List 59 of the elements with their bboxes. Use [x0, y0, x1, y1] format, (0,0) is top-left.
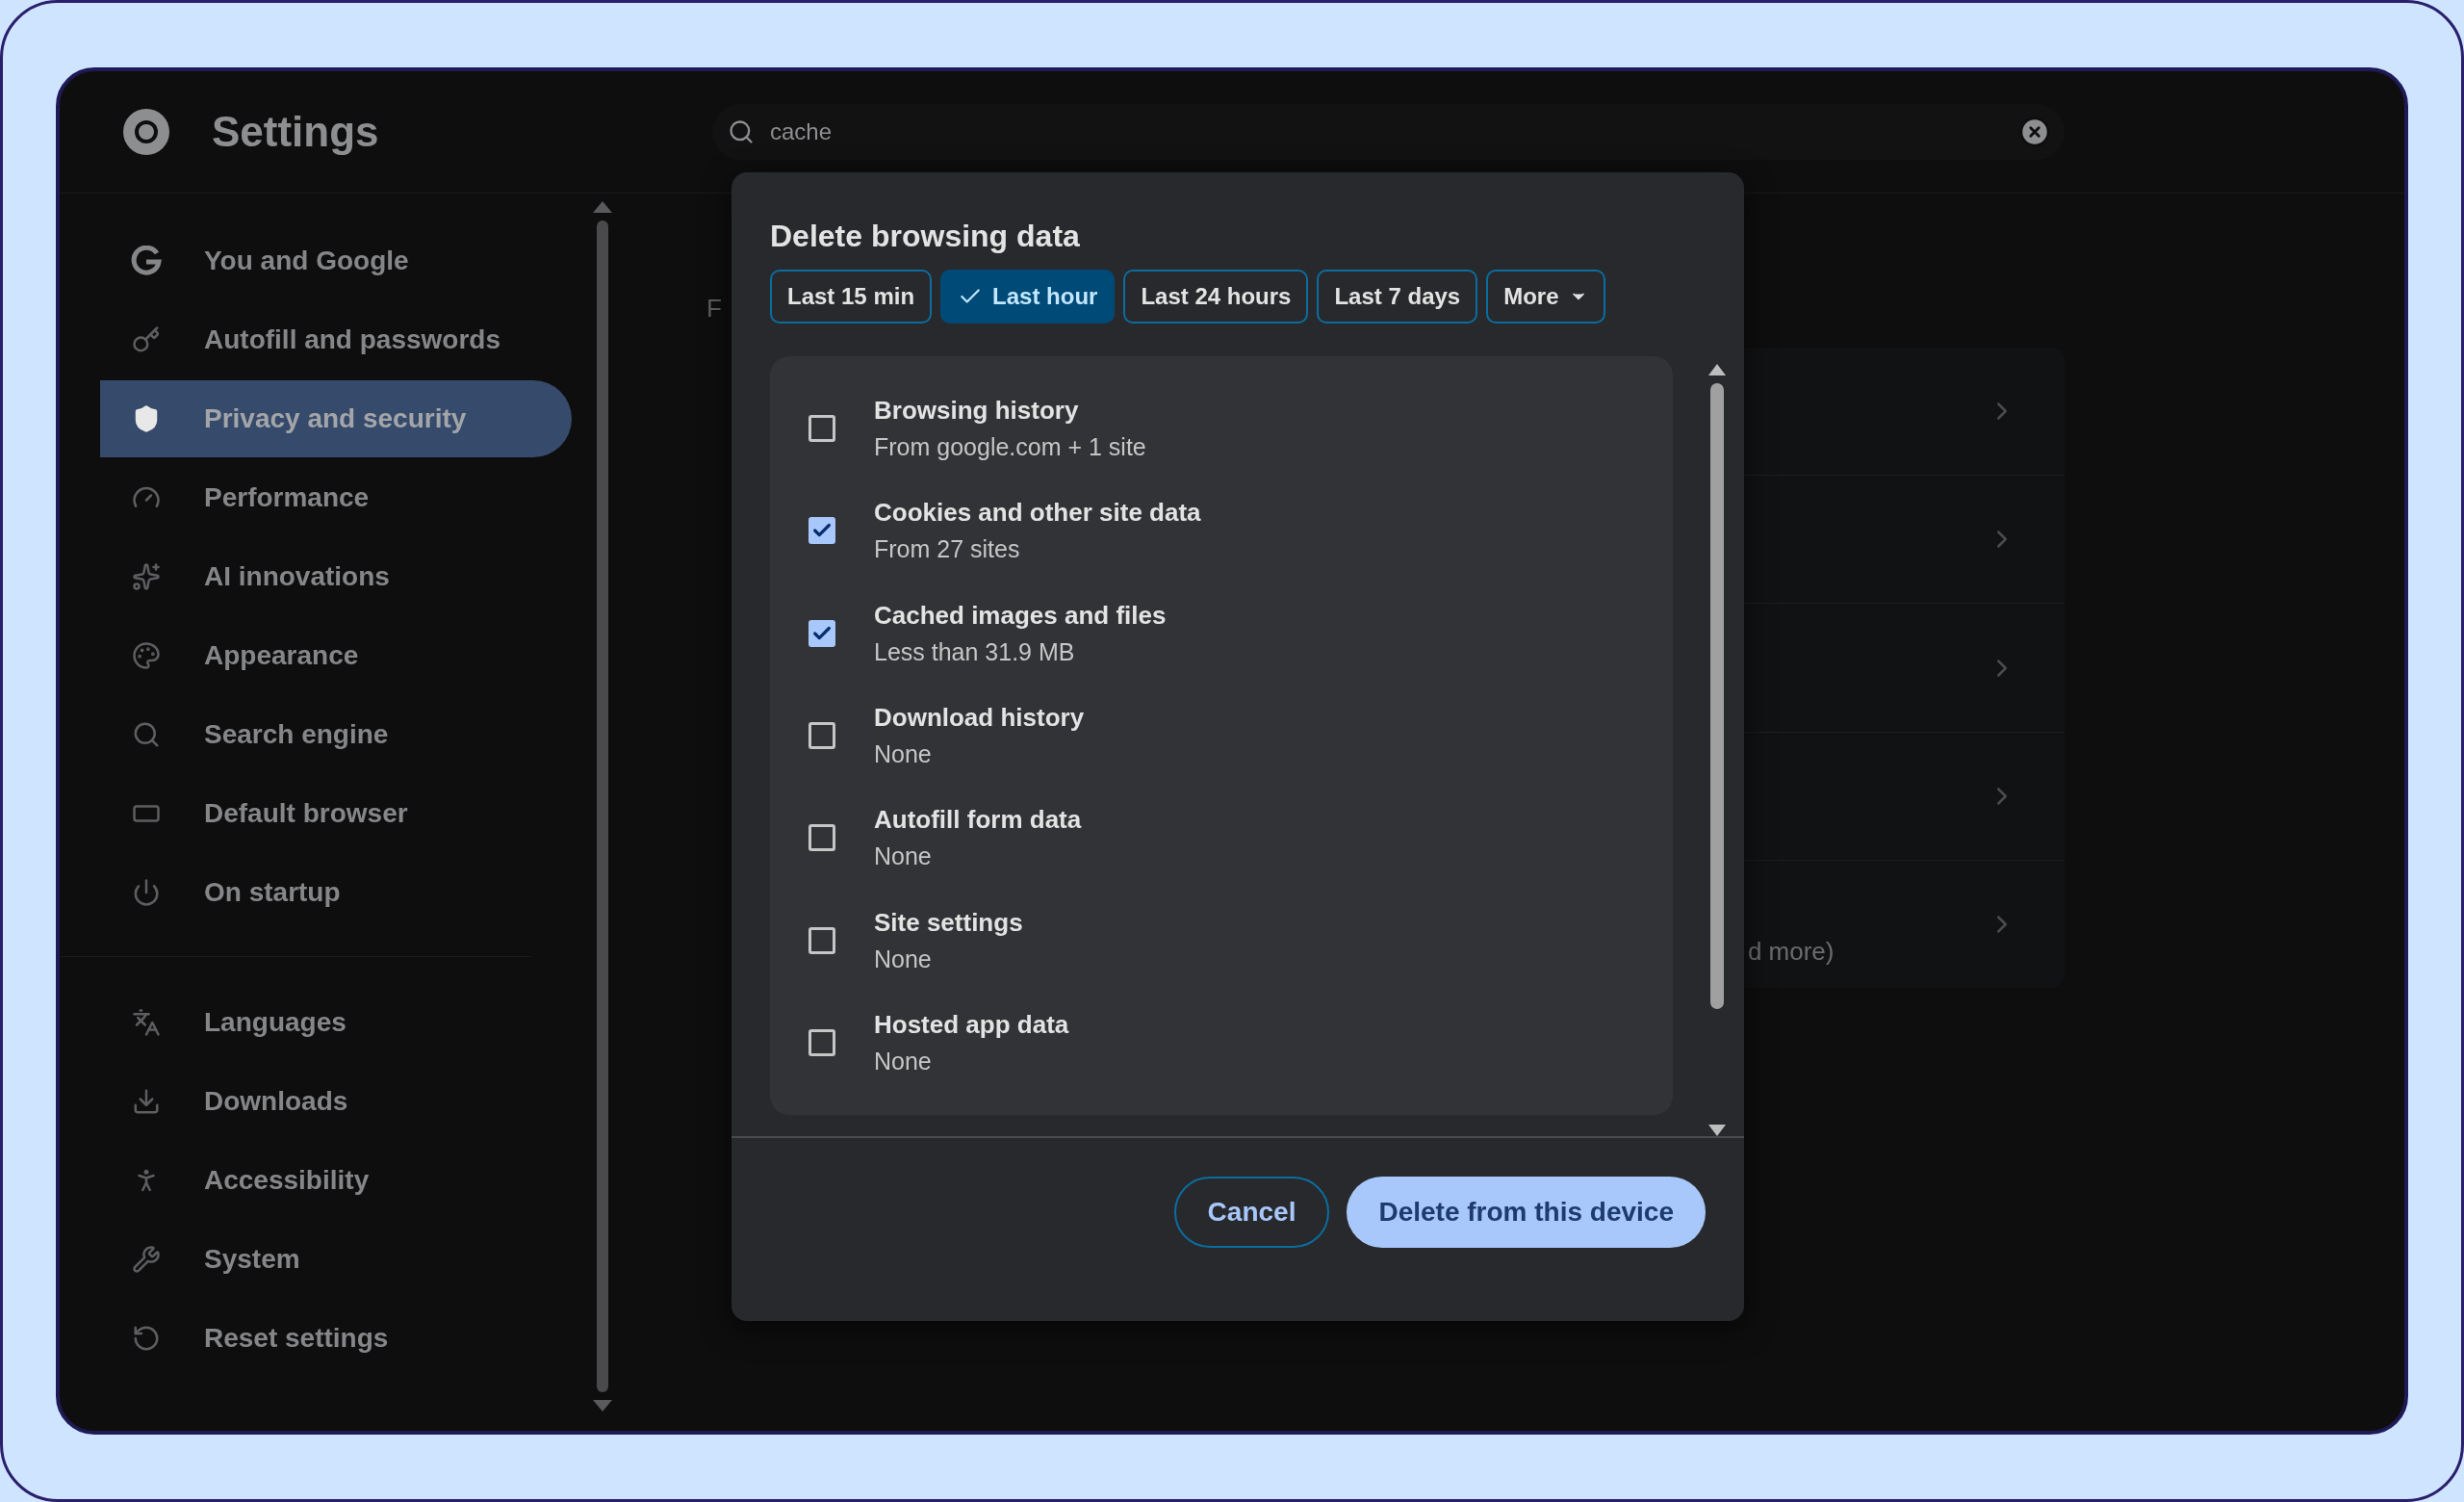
cancel-button[interactable]: Cancel: [1173, 1177, 1330, 1248]
checkbox[interactable]: [808, 1028, 835, 1056]
option-label: Cookies and other site data: [874, 498, 1201, 529]
delete-button[interactable]: Delete from this device: [1347, 1177, 1706, 1248]
search-icon: [132, 720, 161, 749]
sidebar-item[interactable]: Downloads: [100, 1063, 572, 1140]
option-detail: None: [874, 945, 933, 973]
checkbox[interactable]: [808, 926, 835, 954]
checkbox[interactable]: [808, 824, 835, 852]
sidebar-item[interactable]: On startup: [100, 854, 572, 931]
wrench-icon: [132, 1245, 161, 1274]
sparkles-icon: [132, 562, 161, 591]
section-heading: F: [706, 294, 722, 324]
time-range-chip[interactable]: Last 24 hours: [1123, 270, 1309, 324]
sidebar-item[interactable]: Search engine: [100, 696, 572, 773]
option-detail: None: [874, 842, 933, 871]
option-label: Autofill form data: [874, 805, 1082, 836]
checkbox[interactable]: [808, 722, 835, 749]
option-detail: None: [874, 740, 933, 768]
search-field[interactable]: cache: [712, 104, 2065, 160]
checkbox[interactable]: [808, 619, 835, 647]
option-detail: From google.com + 1 site: [874, 433, 1146, 462]
time-range-chip[interactable]: Last 15 min: [770, 270, 933, 324]
option-label: Browsing history: [874, 396, 1080, 427]
time-range-chip[interactable]: Last 7 days: [1317, 270, 1478, 324]
key-icon: [132, 325, 161, 354]
sidebar-item[interactable]: Autofill and passwords: [100, 301, 572, 378]
chrome-logo-icon: [121, 107, 171, 157]
checkbox[interactable]: [808, 517, 835, 545]
sidebar-item[interactable]: AI innovations: [100, 538, 572, 615]
reset-icon: [132, 1324, 161, 1353]
option-label: Site settings: [874, 907, 1023, 938]
sidebar-item[interactable]: Accessibility: [100, 1142, 572, 1219]
translate-icon: [132, 1008, 161, 1037]
option-detail: None: [874, 1047, 933, 1075]
option-label: Hosted app data: [874, 1009, 1069, 1040]
download-icon: [132, 1087, 161, 1116]
sidebar-item[interactable]: Privacy and security: [100, 380, 572, 457]
sidebar-item[interactable]: You and Google: [100, 222, 572, 299]
sidebar-item[interactable]: Reset settings: [100, 1300, 572, 1377]
option-detail: From 27 sites: [874, 535, 1021, 564]
power-icon: [132, 878, 161, 907]
palette-icon: [132, 641, 161, 670]
dialog-title: Delete browsing data: [770, 219, 1081, 254]
sidebar-item[interactable]: Performance: [100, 459, 572, 536]
checkbox[interactable]: [808, 415, 835, 443]
option-label: Download history: [874, 703, 1085, 733]
sidebar-item[interactable]: Appearance: [100, 617, 572, 694]
search-icon: [728, 118, 755, 145]
sidebar-item[interactable]: Default browser: [100, 775, 572, 852]
time-range-chip[interactable]: Last hour: [940, 270, 1116, 324]
sidebar-item[interactable]: Languages: [100, 984, 572, 1061]
dropdown-chip[interactable]: More: [1486, 270, 1605, 324]
g-logo-icon: [131, 246, 162, 276]
sidebar-item[interactable]: System: [100, 1221, 572, 1298]
page-title: Settings: [212, 108, 380, 156]
option-detail: Less than 31.9 MB: [874, 637, 1076, 666]
row-text: d more): [1747, 937, 1835, 967]
option-label: Cached images and files: [874, 600, 1167, 631]
